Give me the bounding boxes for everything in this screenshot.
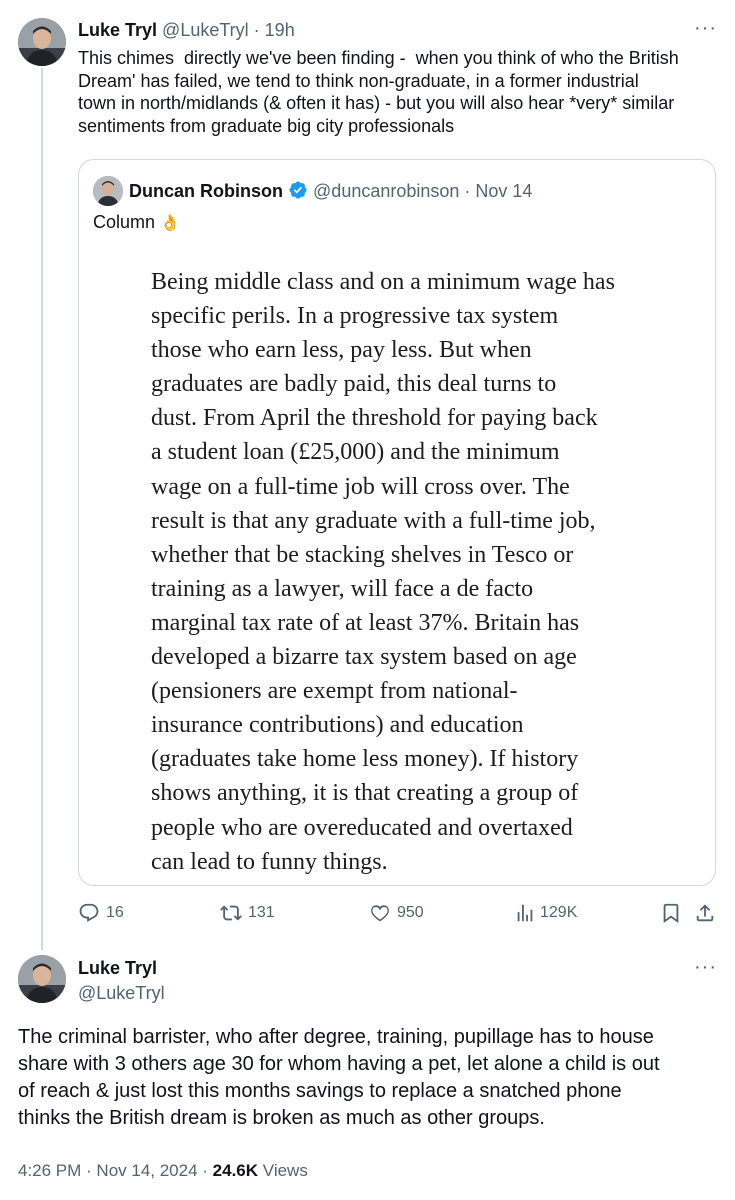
reply-author-handle[interactable]: @LukeTryl xyxy=(78,983,165,1004)
column-line: marginal tax rate of at least 37%. Brita… xyxy=(151,609,580,636)
tweet-text-line: Dream' has failed, we tend to think non-… xyxy=(78,70,639,91)
reply-date[interactable]: Nov 14, 2024 xyxy=(96,1161,197,1180)
reply-more-options-icon[interactable]: ··· xyxy=(694,956,717,979)
avatar[interactable] xyxy=(18,18,66,66)
reply-views-count: 24.6K xyxy=(212,1161,259,1180)
ok-hand-emoji-icon: 👌 xyxy=(160,215,180,232)
avatar-image xyxy=(18,18,66,66)
author-name[interactable]: Luke Tryl xyxy=(78,20,157,40)
bookmark-icon xyxy=(663,903,679,924)
reply-count: 16 xyxy=(106,904,124,921)
reply-text-line: share with 3 others age 30 for whom havi… xyxy=(18,1053,660,1075)
column-line: developed a bizarre tax system based on … xyxy=(151,644,577,671)
reply-avatar[interactable] xyxy=(18,955,66,1003)
tweet-header: Luke Tryl @LukeTryl · 19h xyxy=(78,20,295,41)
repost-button[interactable]: 131 xyxy=(220,902,275,924)
quoted-header: Duncan Robinson @duncanrobinson · Nov 14 xyxy=(129,180,532,202)
share-icon xyxy=(696,904,714,922)
column-line: shows anything, it is that creating a gr… xyxy=(151,780,579,807)
heart-icon xyxy=(371,905,389,922)
column-line: wage on a full-time job will cross over.… xyxy=(151,473,570,500)
like-count: 950 xyxy=(397,904,424,921)
dot-separator: · xyxy=(197,1161,213,1180)
column-line: insurance contributions) and education xyxy=(151,712,524,739)
reply-text-line: thinks the British dream is broken as mu… xyxy=(18,1107,545,1129)
reply-icon xyxy=(79,903,99,922)
column-image-text: Being middle class and on a minimum wage… xyxy=(151,265,671,879)
quoted-handle: @duncanrobinson xyxy=(313,181,460,201)
column-line: training as a lawyer, will face a de fac… xyxy=(151,575,534,602)
reply-author-name[interactable]: Luke Tryl xyxy=(78,958,157,979)
reply-text-line: The criminal barrister, who after degree… xyxy=(18,1026,654,1048)
thread-connector xyxy=(41,68,43,950)
author-handle[interactable]: @LukeTryl xyxy=(162,20,249,40)
column-line: graduates are badly paid, this deal turn… xyxy=(151,371,557,398)
repost-icon xyxy=(220,905,242,921)
reply-text: The criminal barrister, who after degree… xyxy=(18,1024,723,1132)
reply-time[interactable]: 4:26 PM xyxy=(18,1161,81,1180)
column-line: whether that be stacking shelves in Tesc… xyxy=(151,541,574,568)
like-button[interactable]: 950 xyxy=(369,902,424,924)
dot-separator: · xyxy=(81,1161,97,1180)
column-line: (graduates take home less money). If his… xyxy=(151,746,579,773)
reply-button[interactable]: 16 xyxy=(78,902,124,924)
reply-meta: 4:26 PM · Nov 14, 2024 · 24.6K Views xyxy=(18,1161,308,1181)
quoted-text: Column 👌 xyxy=(93,212,180,233)
more-options-icon[interactable]: ··· xyxy=(694,17,717,40)
reply-avatar-image xyxy=(18,955,66,1003)
column-line: dust. From April the threshold for payin… xyxy=(151,405,598,432)
view-count: 129K xyxy=(540,904,578,921)
column-line: specific perils. In a progressive tax sy… xyxy=(151,303,559,330)
quoted-avatar xyxy=(93,176,123,206)
column-line: result is that any graduate with a full-… xyxy=(151,507,596,534)
column-line: can lead to funny things. xyxy=(151,848,388,875)
tweet-text: This chimes directly we've been finding … xyxy=(78,47,728,137)
verified-badge-icon xyxy=(289,181,307,199)
tweet-text-line: town in north/midlands (& often it has) … xyxy=(78,93,675,113)
dot-separator: · xyxy=(248,20,265,40)
views-button[interactable]: 129K xyxy=(514,902,577,924)
column-line: (pensioners are exempt from national- xyxy=(151,678,518,705)
repost-count: 131 xyxy=(248,904,275,921)
share-button[interactable] xyxy=(694,902,716,924)
quoted-author-name: Duncan Robinson xyxy=(129,181,283,201)
column-line: a student loan (£25,000) and the minimum xyxy=(151,439,560,466)
quoted-text-label: Column xyxy=(93,212,156,232)
reply-text-line: of reach & just lost this months savings… xyxy=(18,1080,622,1102)
bookmark-button[interactable] xyxy=(660,902,682,924)
quoted-tweet-card[interactable]: Duncan Robinson @duncanrobinson · Nov 14… xyxy=(78,159,716,886)
column-line: those who earn less, pay less. But when xyxy=(151,337,532,364)
quoted-date: Nov 14 xyxy=(475,181,533,201)
analytics-icon xyxy=(517,904,533,922)
column-line: Being middle class and on a minimum wage… xyxy=(151,269,615,295)
column-line: people who are overeducated and overtaxe… xyxy=(151,814,573,841)
tweet-text-line: This chimes directly we've been finding … xyxy=(78,48,679,68)
reply-views-label: Views xyxy=(262,1161,308,1180)
tweet-text-line: sentiments from graduate big city profes… xyxy=(78,115,455,136)
tweet-time[interactable]: 19h xyxy=(265,20,295,40)
quoted-avatar-image xyxy=(93,176,123,206)
dot-separator: · xyxy=(459,181,476,201)
